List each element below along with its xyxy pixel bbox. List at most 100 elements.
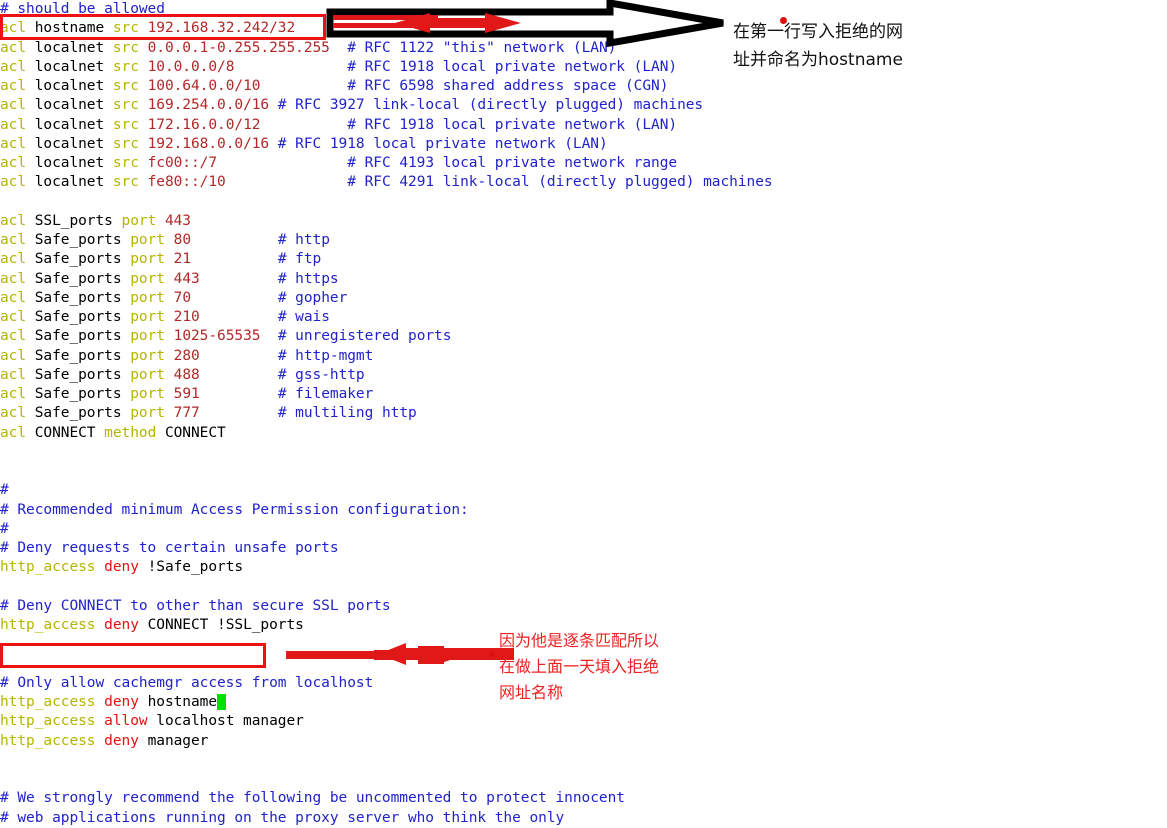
code-token: # http (277, 232, 330, 248)
code-token: src (112, 97, 139, 114)
code-line[interactable]: acl Safe_ports port 210 # wais (0, 308, 1167, 327)
code-token: # multiling http (277, 405, 417, 422)
code-token: 80 (164, 232, 191, 248)
code-token: # We strongly recommend the following be… (0, 790, 625, 807)
code-line[interactable]: http_access deny manager (0, 732, 1167, 751)
code-line[interactable]: # (0, 520, 1167, 539)
code-token: http_access (0, 694, 96, 710)
code-token: port (130, 386, 165, 402)
code-token: # Deny CONNECT to other than secure SSL … (0, 597, 391, 614)
code-token: acl (0, 309, 27, 325)
code-token: deny (104, 732, 139, 749)
code-token: 443 (156, 212, 191, 229)
code-token: Safe_ports (26, 386, 131, 402)
code-line[interactable]: acl localnet src 100.64.0.0/10 # RFC 659… (0, 77, 1167, 96)
code-line[interactable]: acl Safe_ports port 70 # gopher (0, 289, 1167, 308)
code-token: 488 (164, 366, 200, 383)
code-token: port (130, 405, 165, 422)
code-token: acl (0, 424, 27, 441)
code-token: port (130, 251, 165, 268)
code-line[interactable]: acl localnet src 169.254.0.0/16 # RFC 39… (0, 96, 1167, 115)
code-token: 192.168.0.0/16 (138, 135, 270, 152)
code-line[interactable] (0, 462, 1167, 481)
code-token: 172.16.0.0/12 (138, 116, 261, 133)
code-line[interactable]: http_access deny !Safe_ports (0, 558, 1167, 577)
code-token: 169.254.0.0/16 (138, 97, 270, 114)
code-token: acl (0, 405, 27, 422)
code-token: 10.0.0.0/8 (138, 58, 235, 75)
code-token: 210 (164, 309, 200, 325)
code-token: localnet (26, 155, 113, 171)
code-line[interactable]: acl Safe_ports port 80 # http (0, 231, 1167, 250)
code-token: hostname (26, 20, 113, 37)
code-line[interactable]: # Deny CONNECT to other than secure SSL … (0, 597, 1167, 616)
code-line[interactable]: http_access allow localhost manager (0, 712, 1167, 731)
code-line[interactable] (0, 751, 1167, 770)
code-line[interactable]: acl localnet src 10.0.0.0/8 # RFC 1918 l… (0, 58, 1167, 77)
code-token: acl (0, 212, 27, 229)
code-token: acl (0, 135, 27, 152)
code-line[interactable]: acl Safe_ports port 777 # multiling http (0, 404, 1167, 423)
code-line[interactable]: acl Safe_ports port 443 # https (0, 270, 1167, 289)
code-line[interactable] (0, 578, 1167, 597)
code-line[interactable]: acl Safe_ports port 280 # http-mgmt (0, 347, 1167, 366)
code-token: acl (0, 39, 27, 56)
code-token: acl (0, 174, 27, 191)
code-token: # RFC 4291 link-local (directly plugged)… (347, 174, 773, 191)
code-token: 280 (164, 347, 200, 364)
code-token: localnet (26, 174, 113, 191)
code-token: # unregistered ports (277, 328, 452, 345)
code-line[interactable] (0, 193, 1167, 212)
code-line[interactable] (0, 770, 1167, 789)
code-line[interactable]: acl CONNECT method CONNECT (0, 424, 1167, 443)
code-token: # RFC 3927 link-local (directly plugged)… (277, 97, 704, 114)
code-token: acl (0, 366, 27, 383)
code-token: method (104, 424, 157, 441)
code-token: CONNECT (156, 424, 226, 441)
code-token: src (112, 116, 139, 133)
code-line[interactable]: # Recommended minimum Access Permission … (0, 501, 1167, 520)
code-line[interactable]: acl Safe_ports port 591 # filemaker (0, 385, 1167, 404)
code-token: localnet (26, 58, 113, 75)
code-line[interactable]: acl localnet src fc00::/7 # RFC 4193 loc… (0, 154, 1167, 173)
code-line[interactable]: acl localnet src fe80::/10 # RFC 4291 li… (0, 173, 1167, 192)
annotation-dot-bottom (489, 651, 495, 657)
code-token: # filemaker (277, 386, 374, 402)
code-line[interactable]: acl SSL_ports port 443 (0, 212, 1167, 231)
code-token: 192.168.32.242/32 (138, 20, 296, 37)
code-token: acl (0, 58, 27, 75)
code-token: Safe_ports (26, 347, 131, 364)
code-token: hostname (138, 694, 218, 710)
code-token: acl (0, 20, 27, 37)
code-token: Safe_ports (26, 251, 131, 268)
code-token: # Only allow cachemgr access from localh… (0, 674, 374, 691)
code-line[interactable] (0, 443, 1167, 462)
code-line[interactable]: acl localnet src 172.16.0.0/12 # RFC 191… (0, 116, 1167, 135)
code-line[interactable]: acl Safe_ports port 21 # ftp (0, 250, 1167, 269)
code-line[interactable]: # Deny requests to certain unsafe ports (0, 539, 1167, 558)
code-token: acl (0, 386, 27, 402)
code-token: # https (277, 270, 339, 287)
code-line[interactable]: acl localnet src 192.168.0.0/16 # RFC 19… (0, 135, 1167, 154)
code-token: acl (0, 270, 27, 287)
code-token: manager (138, 732, 209, 749)
code-line[interactable]: acl Safe_ports port 488 # gss-http (0, 366, 1167, 385)
code-line[interactable]: # (0, 481, 1167, 500)
code-token: # (0, 482, 9, 499)
code-line[interactable]: # We strongly recommend the following be… (0, 789, 1167, 808)
code-token: localnet (26, 97, 113, 114)
code-token: # gss-http (277, 366, 365, 383)
code-token: 777 (164, 405, 200, 422)
code-line[interactable]: # web applications running on the proxy … (0, 809, 1167, 828)
code-line[interactable]: acl Safe_ports port 1025-65535 # unregis… (0, 327, 1167, 346)
code-token: localnet (26, 116, 113, 133)
code-token: # ftp (277, 251, 322, 268)
